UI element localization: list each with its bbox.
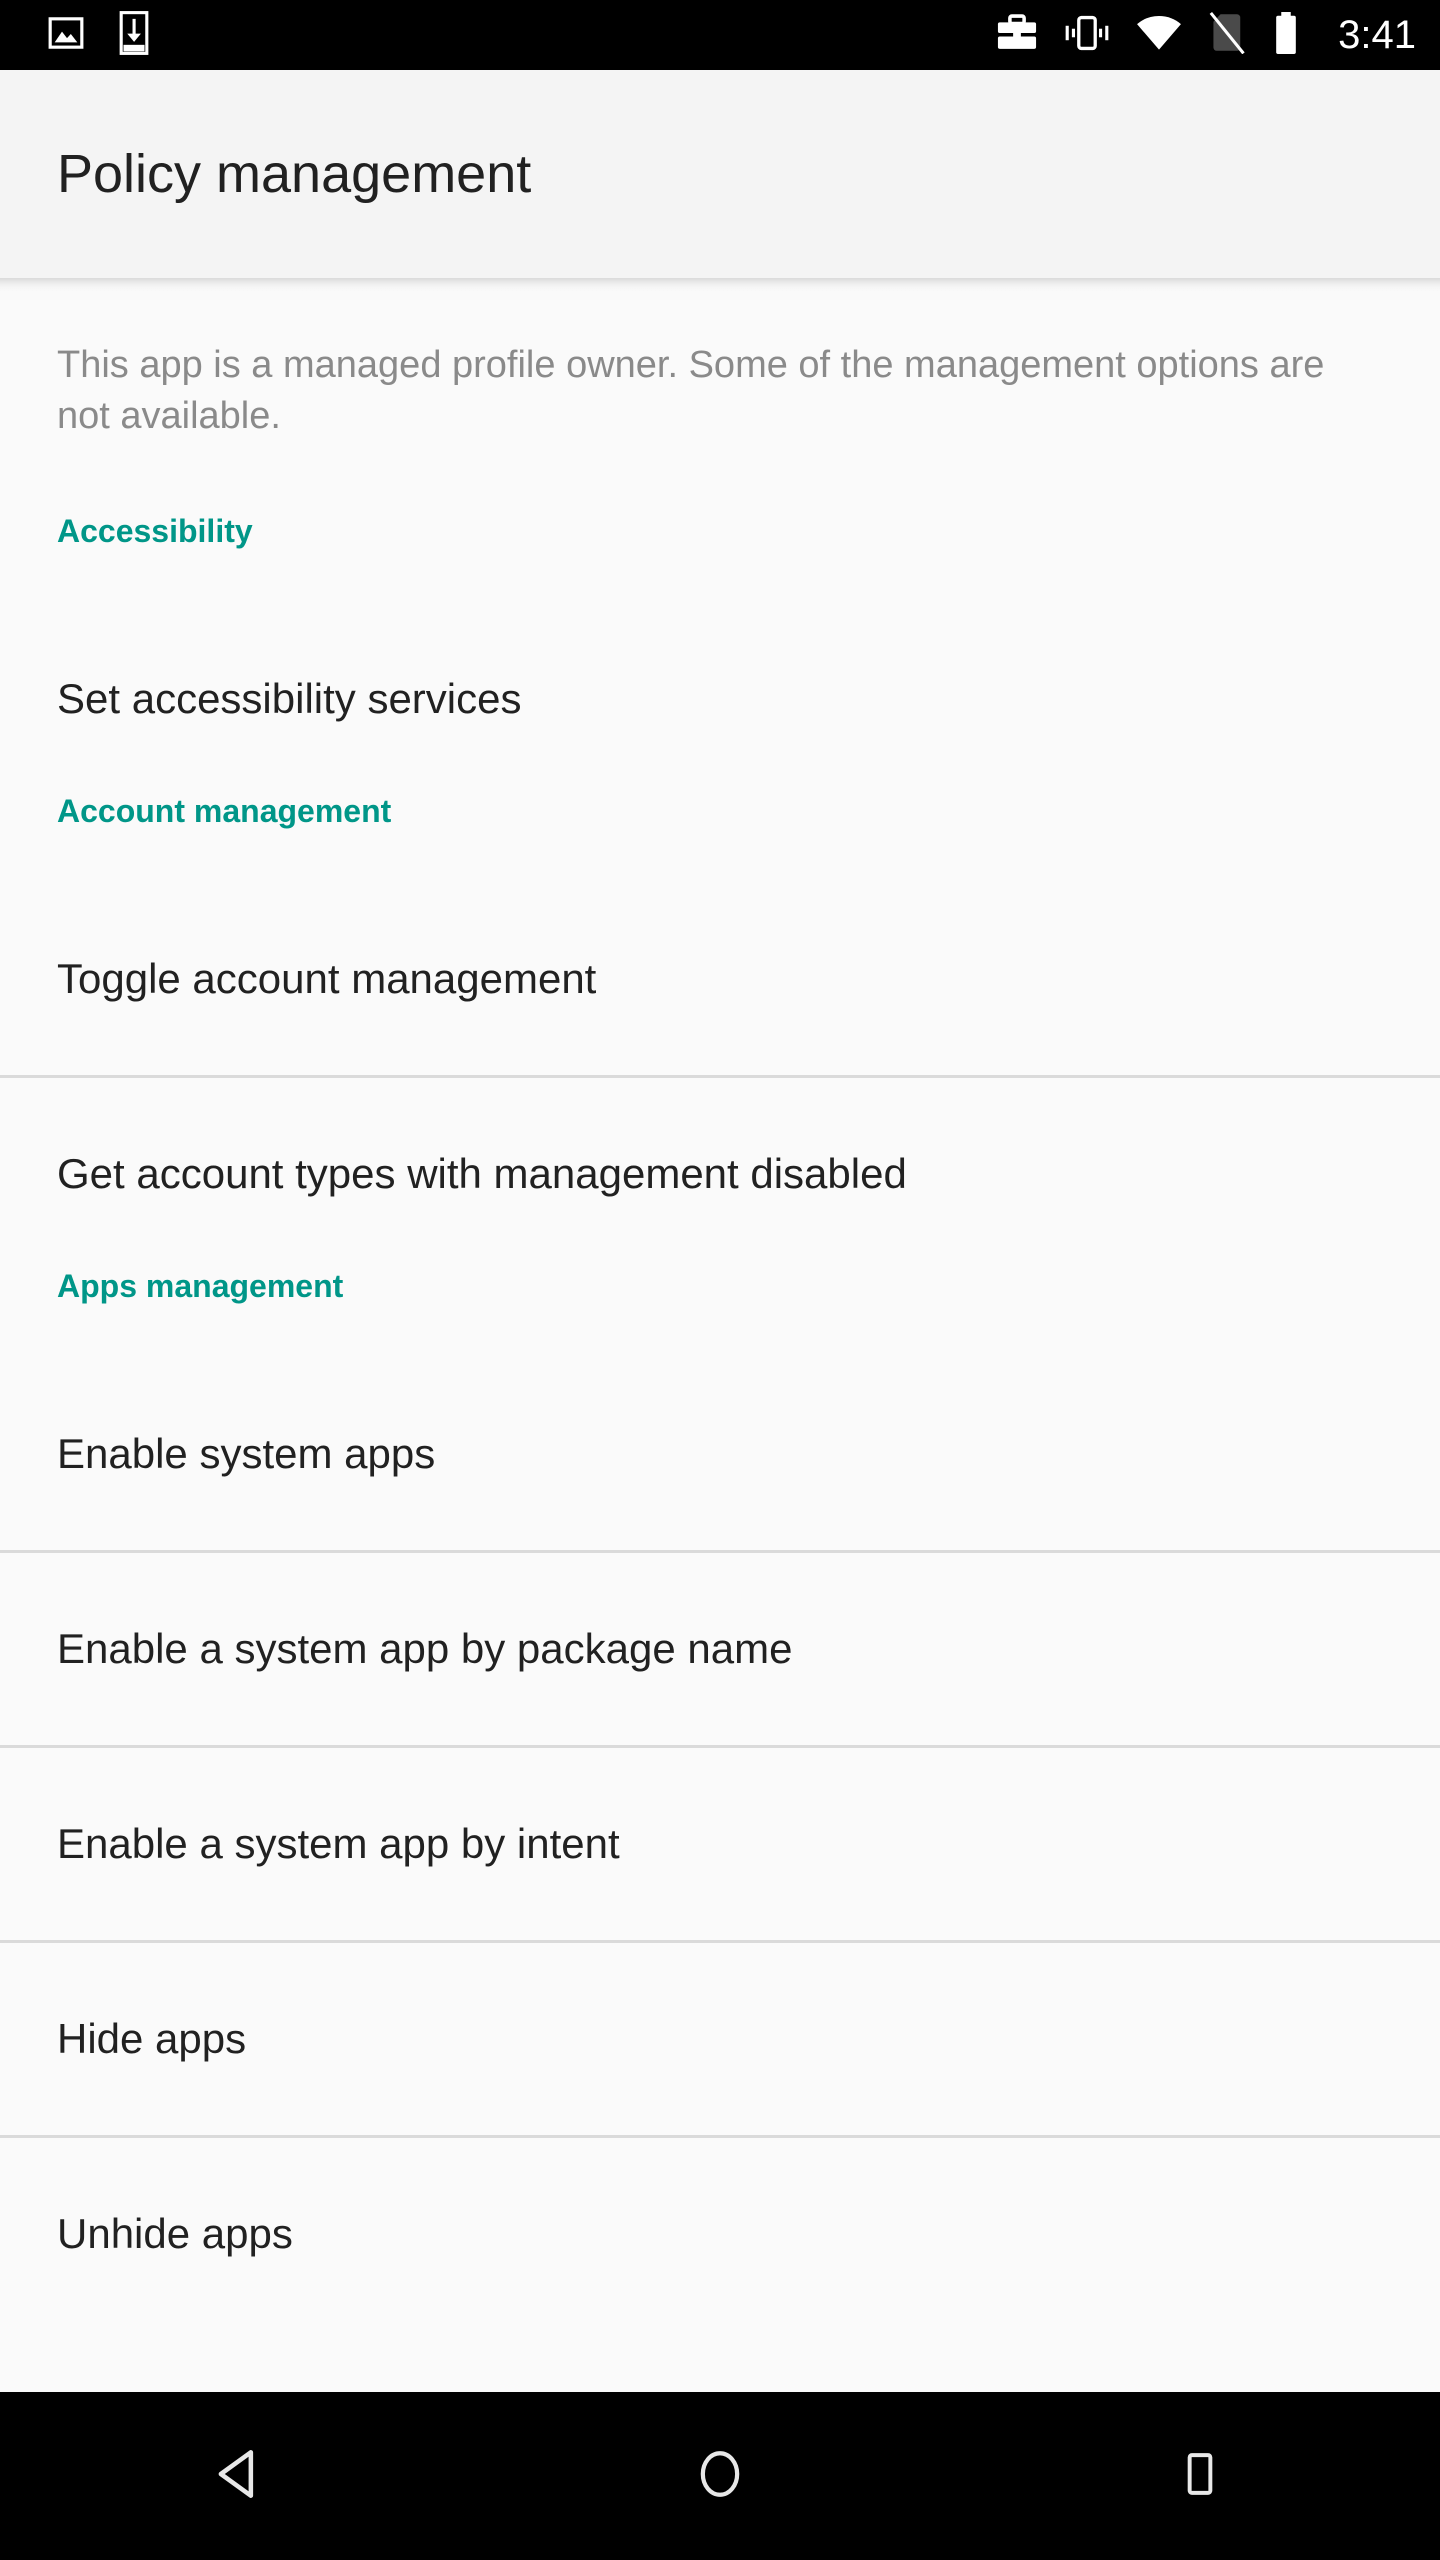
settings-list[interactable]: This app is a managed profile owner. Som… xyxy=(0,278,1440,2392)
back-icon xyxy=(209,2443,271,2510)
status-bar-clock: 3:41 xyxy=(1338,13,1416,57)
section-header-apps-management: Apps management xyxy=(57,1268,344,1305)
battery-icon xyxy=(1272,11,1300,60)
list-item-get-account-types[interactable]: Get account types with management disabl… xyxy=(0,1078,1440,1271)
list-item-hide-apps[interactable]: Hide apps xyxy=(0,1943,1440,2136)
no-sim-icon xyxy=(1208,11,1246,59)
section-header-account-management: Account management xyxy=(57,793,392,830)
list-item-label: Enable system apps xyxy=(57,1430,436,1478)
download-icon xyxy=(114,10,154,61)
work-briefcase-icon xyxy=(996,13,1038,58)
list-item-label: Toggle account management xyxy=(57,955,597,1003)
list-item-set-accessibility-services[interactable]: Set accessibility services xyxy=(0,603,1440,796)
list-item-label: Unhide apps xyxy=(57,2210,293,2258)
list-item-label: Enable a system app by intent xyxy=(57,1820,620,1868)
nav-back-button[interactable] xyxy=(140,2392,340,2560)
list-item-label: Enable a system app by package name xyxy=(57,1625,793,1673)
status-bar-notification-icons xyxy=(46,10,154,61)
navigation-bar xyxy=(0,2392,1440,2560)
list-item-label: Hide apps xyxy=(57,2015,247,2063)
section-header-accessibility: Accessibility xyxy=(57,513,253,550)
list-item-label: Get account types with management disabl… xyxy=(57,1150,907,1198)
app-toolbar: Policy management xyxy=(0,70,1440,278)
list-item-label: Set accessibility services xyxy=(57,675,522,723)
list-item-unhide-apps[interactable]: Unhide apps xyxy=(0,2138,1440,2331)
list-item-enable-system-apps[interactable]: Enable system apps xyxy=(0,1358,1440,1551)
recents-icon xyxy=(1173,2447,1227,2506)
list-item-toggle-account-management[interactable]: Toggle account management xyxy=(0,883,1440,1076)
page-title: Policy management xyxy=(57,144,532,204)
wifi-icon xyxy=(1136,13,1182,58)
nav-recents-button[interactable] xyxy=(1100,2392,1300,2560)
vibrate-icon xyxy=(1064,13,1110,58)
list-item-enable-system-app-by-intent[interactable]: Enable a system app by intent xyxy=(0,1748,1440,1941)
nav-home-button[interactable] xyxy=(620,2392,820,2560)
status-bar: 3:41 xyxy=(0,0,1440,70)
image-icon xyxy=(46,13,86,58)
managed-profile-description: This app is a managed profile owner. Som… xyxy=(57,344,1325,437)
home-icon xyxy=(691,2445,749,2508)
list-item-enable-system-app-by-package-name[interactable]: Enable a system app by package name xyxy=(0,1553,1440,1746)
status-bar-system-icons: 3:41 xyxy=(996,11,1416,60)
android-screen: 3:41 Policy management This app is a man… xyxy=(0,0,1440,2560)
